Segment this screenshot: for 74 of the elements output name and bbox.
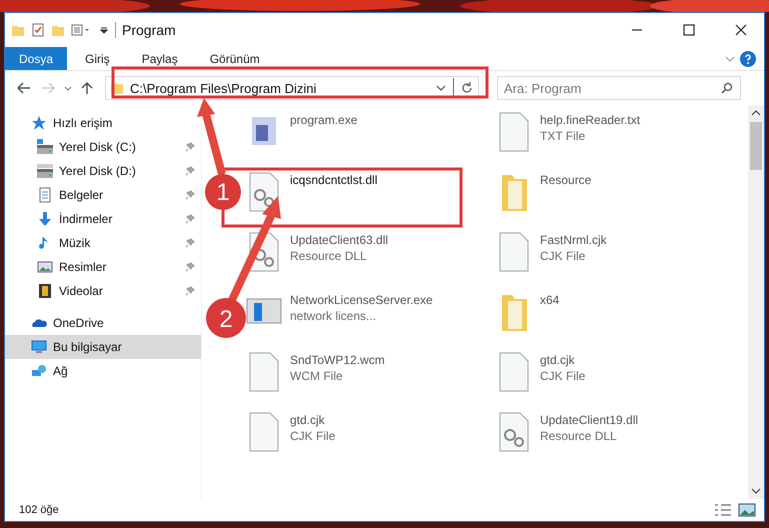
step-badge — [205, 174, 241, 210]
sidebar-item[interactable]: İndirmeler — [5, 207, 201, 231]
step-badge — [206, 298, 246, 338]
file-type: CJK File — [540, 249, 586, 263]
large-icons-view-icon[interactable] — [738, 503, 756, 517]
details-view-icon[interactable] — [714, 503, 732, 517]
sidebar-item[interactable]: Resimler — [5, 255, 201, 279]
ribbon-tab[interactable]: Görünüm — [196, 47, 274, 70]
item-count: 102 öğe — [19, 504, 59, 516]
file-name: UpdateClient63.dll — [290, 233, 388, 247]
folder-icon[interactable] — [11, 23, 25, 37]
monitor-icon — [31, 339, 47, 355]
sidebar-item[interactable]: Yerel Disk (D:) — [5, 159, 201, 183]
file-name: help.fineReader.txt — [540, 113, 640, 127]
file-type: WCM File — [290, 369, 344, 383]
sidebar-item[interactable]: OneDrive — [5, 311, 201, 335]
sidebar-item[interactable]: Ağ — [5, 359, 201, 383]
file-name: Resource — [540, 173, 592, 187]
sidebar-item[interactable]: Belgeler — [5, 183, 201, 207]
sidebar-item[interactable]: Yerel Disk (C:) — [5, 135, 201, 159]
download-icon — [37, 211, 53, 227]
pin-icon[interactable] — [185, 190, 195, 200]
file-type: Resource DLL — [290, 249, 368, 263]
file-name: UpdateClient19.dll — [540, 413, 638, 427]
file-name: NetworkLicenseServer.exe — [290, 293, 433, 307]
file-type: CJK File — [540, 369, 586, 383]
pin-icon[interactable] — [185, 166, 195, 176]
window-title: Program — [122, 22, 176, 38]
pin-icon[interactable] — [185, 214, 195, 224]
ribbon-tab[interactable]: Paylaş — [128, 47, 192, 70]
forward-icon[interactable] — [39, 80, 57, 96]
file-name: FastNrml.cjk — [540, 233, 607, 247]
up-icon[interactable] — [79, 80, 95, 96]
file-name: gtd.cjk — [290, 413, 326, 427]
star-icon — [31, 115, 47, 131]
document-icon — [37, 187, 53, 203]
new-folder-icon[interactable] — [51, 23, 65, 37]
help-icon[interactable] — [740, 50, 756, 66]
pin-icon[interactable] — [185, 142, 195, 152]
step-number: 1 — [216, 179, 230, 206]
film-icon — [37, 283, 53, 299]
file-type: CJK File — [290, 429, 336, 443]
sidebar-item[interactable]: Hızlı erişim — [5, 111, 201, 135]
address-field[interactable]: C:\Program Files\Program Dizini — [105, 76, 479, 100]
back-icon[interactable] — [15, 80, 33, 96]
search-field[interactable]: Ara: Program — [497, 76, 741, 100]
file-type: network licens... — [290, 309, 378, 323]
picture-icon — [37, 259, 53, 275]
ribbon-tab[interactable]: Giriş — [71, 47, 124, 70]
file-name: SndToWP12.wcm — [290, 353, 385, 367]
refresh-icon[interactable] — [460, 81, 474, 95]
file-name: program.exe — [290, 113, 358, 127]
file-name: icqsndcntctlst.dll — [290, 173, 378, 187]
scroll-down-icon[interactable] — [750, 486, 762, 496]
sidebar-item[interactable]: Videolar — [5, 279, 201, 303]
pin-icon[interactable] — [185, 262, 195, 272]
pin-icon[interactable] — [185, 286, 195, 296]
file-type: Resource DLL — [540, 429, 618, 443]
file-name: x64 — [540, 293, 560, 307]
scrollbar[interactable] — [748, 105, 764, 499]
sidebar-item[interactable]: Bu bilgisayar — [5, 335, 201, 359]
drive-icon — [37, 139, 53, 155]
network-icon — [31, 363, 47, 379]
file-name: gtd.cjk — [540, 353, 576, 367]
step-number: 2 — [219, 306, 233, 333]
sidebar-item[interactable]: Müzik — [5, 231, 201, 255]
ribbon-tab[interactable]: Dosya — [5, 47, 68, 70]
scroll-up-icon[interactable] — [750, 108, 762, 118]
pin-icon[interactable] — [185, 238, 195, 248]
search-icon — [721, 82, 733, 94]
scrollbar-thumb[interactable] — [750, 122, 762, 170]
drive-icon — [37, 163, 53, 179]
properties-icon[interactable] — [31, 23, 45, 37]
file-type: TXT File — [540, 129, 586, 143]
